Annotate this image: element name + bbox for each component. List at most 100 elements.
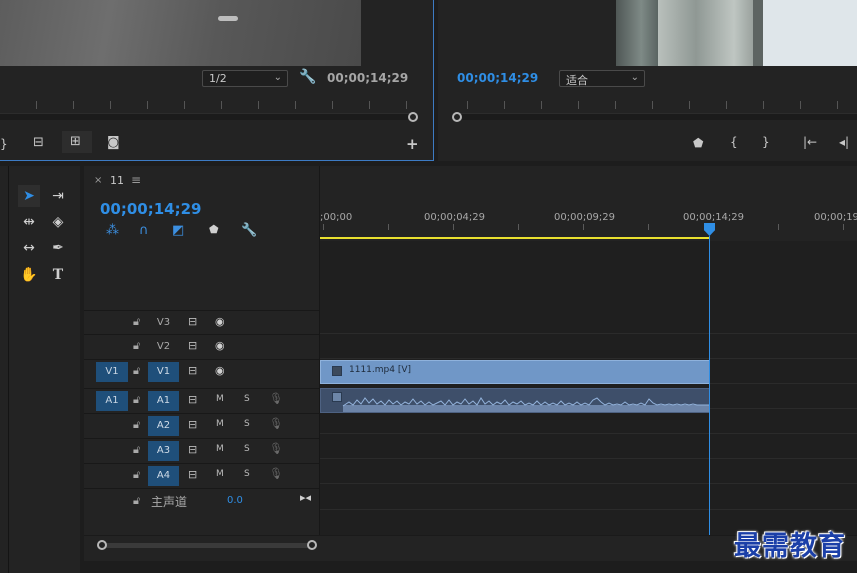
program-zoom-dropdown[interactable]: 适合 ⌄ [559, 70, 645, 87]
sync-lock-icon[interactable]: ⊟ [188, 339, 197, 352]
lock-icon[interactable]: 🔓︎ [133, 339, 140, 353]
mark-out-icon[interactable]: } [762, 135, 770, 149]
video-clip[interactable]: 1111.mp4 [V] [320, 360, 710, 384]
pen-tool-icon[interactable]: ✒ [47, 237, 69, 259]
lock-icon[interactable]: 🔓︎ [133, 443, 140, 457]
linked-selection-icon[interactable]: ◩ [172, 223, 184, 238]
track-name[interactable]: A3 [148, 441, 179, 461]
master-volume-value[interactable]: 0.0 [227, 495, 243, 506]
slip-tool-icon[interactable]: ↔ [18, 237, 40, 259]
timeline-header: × 11 ≡ 00;00;14;29 ⁂ ∩ ◩ ⬟ 🔧 [84, 166, 319, 310]
source-patch-a1[interactable]: A1 [96, 391, 128, 411]
lock-icon[interactable]: 🔓︎ [133, 364, 140, 378]
tools-column: ➤ ⇥ ⇹ ◈ ↔ ✒ ✋ T [8, 166, 78, 573]
selection-tool-icon[interactable]: ➤ [18, 185, 40, 207]
sequence-tab[interactable]: 11 [110, 174, 124, 187]
type-tool-icon[interactable]: T [47, 264, 69, 286]
solo-button[interactable]: S [244, 469, 250, 479]
scrollbar-left-handle[interactable] [97, 540, 107, 550]
sync-lock-icon[interactable]: ⊟ [188, 468, 197, 481]
panel-menu-icon[interactable]: ≡ [131, 173, 141, 187]
go-to-in-icon[interactable]: |← [803, 135, 817, 149]
watermark-logo: 最需教育 [734, 531, 846, 562]
track-header-a1: A1 🔓︎ A1 ⊟ M S 🎙︎ [84, 388, 319, 412]
chevron-down-icon: ⌄ [630, 72, 639, 83]
source-ruler-ticks [0, 101, 434, 111]
mute-button[interactable]: M [216, 469, 224, 479]
step-back-icon[interactable]: ◂| [839, 135, 849, 149]
lock-icon[interactable]: 🔓︎ [133, 468, 140, 482]
scrollbar-right-handle[interactable] [307, 540, 317, 550]
source-scrubber[interactable] [0, 113, 414, 120]
time-ruler[interactable]: ;00;00 00;00;04;29 00;00;09;29 00;00;14;… [319, 166, 857, 241]
track-name[interactable]: A4 [148, 466, 179, 486]
microphone-icon[interactable]: 🎙︎ [269, 392, 283, 405]
mute-button[interactable]: M [216, 394, 224, 404]
track-name[interactable]: A1 [148, 391, 179, 411]
program-monitor-video [616, 0, 857, 66]
razor-tool-icon[interactable]: ◈ [47, 211, 69, 233]
lock-icon[interactable]: 🔓︎ [133, 494, 140, 508]
solo-button[interactable]: S [244, 444, 250, 454]
timeline-panel: × 11 ≡ 00;00;14;29 ⁂ ∩ ◩ ⬟ 🔧 ;00;00 00;0… [84, 166, 857, 561]
add-button-icon[interactable]: + [406, 135, 419, 153]
microphone-icon[interactable]: 🎙︎ [269, 467, 283, 480]
program-ruler-ticks [438, 101, 857, 111]
mark-in-icon[interactable]: { [730, 135, 738, 149]
mute-button[interactable]: M [216, 419, 224, 429]
track-name[interactable]: V2 [148, 337, 179, 357]
camera-icon[interactable]: ◙ [107, 135, 120, 150]
snap-icon[interactable]: ∩ [139, 223, 149, 238]
track-name[interactable]: V1 [148, 362, 179, 382]
eye-icon[interactable]: ◉ [215, 364, 225, 377]
solo-button[interactable]: S [244, 394, 250, 404]
hand-tool-icon[interactable]: ✋ [18, 264, 40, 286]
program-monitor-panel: 00;00;14;29 适合 ⌄ ⬟ { } |← ◂| [438, 0, 857, 161]
timeline-settings-wrench-icon[interactable]: 🔧 [241, 223, 257, 238]
source-patch-v1[interactable]: V1 [96, 362, 128, 382]
source-zoom-value: 1/2 [209, 72, 227, 85]
ruler-label: 00;00;14;29 [683, 212, 745, 223]
track-select-tool-icon[interactable]: ⇥ [47, 185, 69, 207]
sync-lock-icon[interactable]: ⊟ [188, 443, 197, 456]
microphone-icon[interactable]: 🎙︎ [269, 442, 283, 455]
audio-clip[interactable] [320, 388, 710, 413]
eye-icon[interactable]: ◉ [215, 339, 225, 352]
eye-icon[interactable]: ◉ [215, 315, 225, 328]
mark-out-icon[interactable]: } [0, 137, 8, 151]
source-timecode: 00;00;14;29 [327, 71, 409, 85]
track-header-v1: V1 🔓︎ V1 ⊟ ◉ [84, 359, 319, 383]
sync-lock-icon[interactable]: ⊟ [188, 393, 197, 406]
program-timecode: 00;00;14;29 [457, 71, 539, 85]
sync-lock-icon[interactable]: ⊟ [188, 418, 197, 431]
program-scrubber[interactable] [458, 113, 857, 120]
microphone-icon[interactable]: 🎙︎ [269, 417, 283, 430]
nest-toggle-icon[interactable]: ⁂ [106, 223, 119, 238]
go-to-end-icon[interactable]: ▸◂ [300, 491, 311, 504]
lock-icon[interactable]: 🔓︎ [133, 393, 140, 407]
sync-lock-icon[interactable]: ⊟ [188, 315, 197, 328]
work-area-bar[interactable] [320, 237, 710, 239]
timeline-timecode[interactable]: 00;00;14;29 [100, 200, 202, 218]
insert-icon[interactable]: ⊟ [33, 135, 44, 150]
add-marker-icon[interactable]: ⬟ [209, 223, 219, 236]
overwrite-button[interactable]: ⊞ [62, 131, 92, 153]
ripple-edit-tool-icon[interactable]: ⇹ [18, 211, 40, 233]
source-scrubber-knob[interactable] [408, 112, 418, 122]
playhead-line [709, 236, 710, 536]
lock-icon[interactable]: 🔓︎ [133, 315, 140, 329]
track-name[interactable]: A2 [148, 416, 179, 436]
program-scrubber-knob[interactable] [452, 112, 462, 122]
marker-icon[interactable]: ⬟ [693, 136, 703, 150]
scrollbar-track[interactable] [102, 543, 312, 548]
mute-button[interactable]: M [216, 444, 224, 454]
sync-lock-icon[interactable]: ⊟ [188, 364, 197, 377]
lock-icon[interactable]: 🔓︎ [133, 418, 140, 432]
track-header-master [84, 488, 319, 514]
wrench-icon[interactable]: 🔧 [299, 69, 316, 85]
source-zoom-dropdown[interactable]: 1/2 ⌄ [202, 70, 288, 87]
close-tab-icon[interactable]: × [94, 175, 102, 186]
track-name[interactable]: V3 [148, 313, 179, 333]
solo-button[interactable]: S [244, 419, 250, 429]
source-monitor-panel: 1/2 ⌄ 🔧 00;00;14;29 } ⊟ ⊞ ◙ + [0, 0, 434, 161]
